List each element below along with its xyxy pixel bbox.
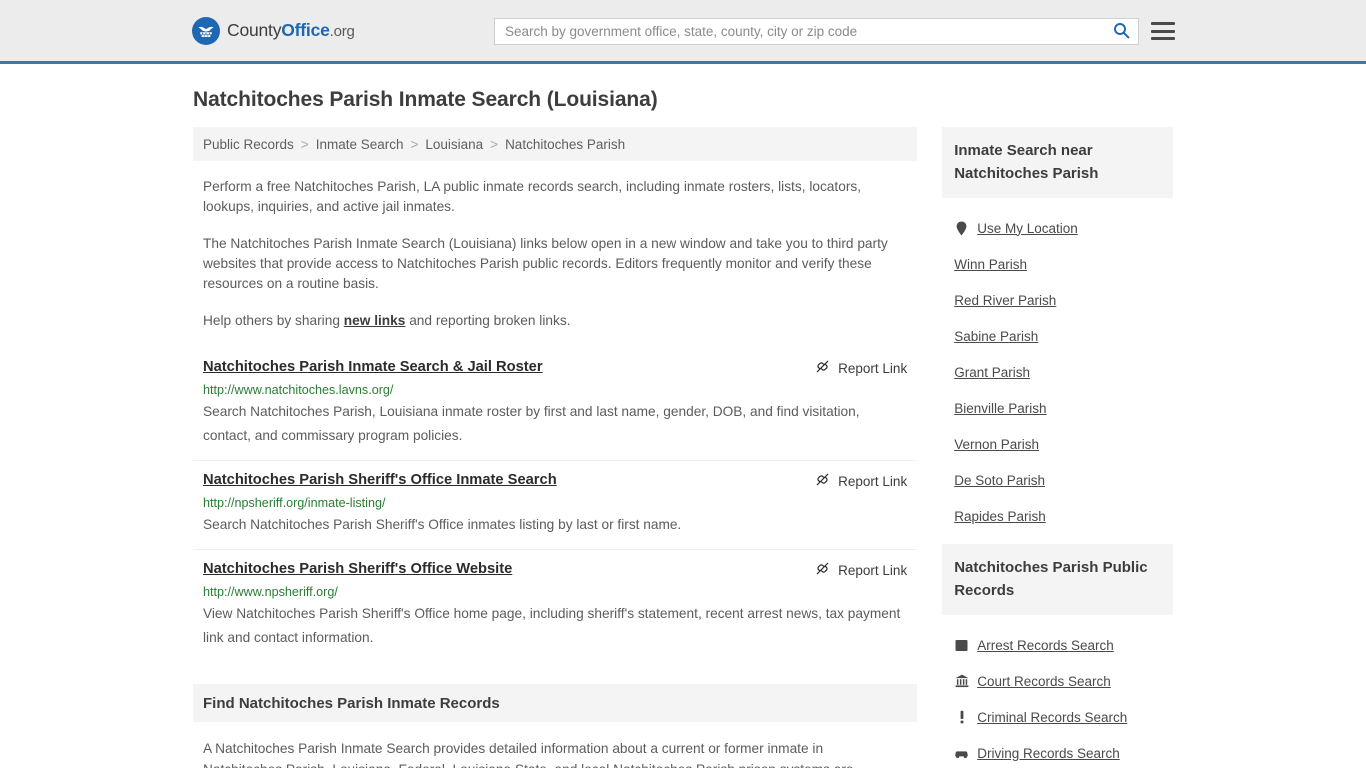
sidebar-link[interactable]: Court Records Search [977, 674, 1111, 689]
exclamation-icon [954, 710, 969, 725]
breadcrumb-item-public-records[interactable]: Public Records [203, 137, 294, 152]
sidebar-item-driving-records[interactable]: Driving Records Search [942, 735, 1173, 768]
sidebar-link[interactable]: Sabine Parish [954, 329, 1038, 344]
site-header: CountyOffice.org [0, 0, 1366, 64]
intro-paragraph-3: Help others by sharing new links and rep… [193, 311, 893, 331]
result-url[interactable]: http://npsheriff.org/inmate-listing/ [203, 495, 907, 511]
result-header: Natchitoches Parish Inmate Search & Jail… [203, 358, 907, 377]
broken-link-icon [815, 472, 830, 490]
eagle-seal-icon [192, 16, 220, 45]
sidebar-link[interactable]: Grant Parish [954, 365, 1030, 380]
result-header: Natchitoches Parish Sheriff's Office Web… [203, 560, 907, 579]
main-column: Public Records > Inmate Search > Louisia… [193, 127, 918, 768]
sidebar-item-red-river-parish[interactable]: Red River Parish [942, 282, 1173, 318]
breadcrumb-item-louisiana[interactable]: Louisiana [425, 137, 483, 152]
square-badge-icon [954, 638, 969, 653]
search-button[interactable] [1104, 19, 1138, 44]
logo-office: Office [281, 20, 330, 40]
sidebar-item-rapides-parish[interactable]: Rapides Parish [942, 498, 1173, 534]
hamburger-menu-icon[interactable] [1151, 20, 1175, 42]
search-bar[interactable] [494, 18, 1139, 45]
sidebar: Inmate Search near Natchitoches Parish U… [942, 127, 1173, 768]
search-icon [1113, 22, 1130, 42]
sidebar-link[interactable]: Rapides Parish [954, 509, 1046, 524]
sidebar-link[interactable]: Red River Parish [954, 293, 1056, 308]
content-container: Public Records > Inmate Search > Louisia… [193, 127, 1173, 768]
sidebar-link[interactable]: Vernon Parish [954, 437, 1039, 452]
breadcrumb-separator: > [300, 136, 309, 152]
sidebar-link[interactable]: Criminal Records Search [977, 710, 1127, 725]
report-link-label: Report Link [838, 473, 908, 489]
sidebar-item-arrest-records[interactable]: Arrest Records Search [942, 627, 1173, 663]
new-links-link[interactable]: new links [344, 313, 406, 328]
breadcrumb-item-current: Natchitoches Parish [505, 136, 626, 152]
sidebar-item-vernon-parish[interactable]: Vernon Parish [942, 426, 1173, 462]
intro-text: Perform a free Natchitoches Parish, LA p… [193, 177, 917, 331]
result-description: Search Natchitoches Parish Sheriff's Off… [203, 517, 682, 532]
sidebar-link[interactable]: Driving Records Search [977, 746, 1120, 761]
public-records-heading: Natchitoches Parish Public Records [942, 544, 1173, 615]
result-url[interactable]: http://www.natchitoches.lavns.org/ [203, 382, 907, 398]
public-records-box: Natchitoches Parish Public Records Arres… [942, 544, 1173, 768]
broken-link-icon [815, 561, 830, 579]
find-records-paragraph: A Natchitoches Parish Inmate Search prov… [203, 741, 854, 768]
share-text-before: Help others by sharing [203, 313, 344, 328]
sidebar-link[interactable]: De Soto Parish [954, 473, 1045, 488]
breadcrumb-separator: > [410, 136, 419, 152]
result-description: View Natchitoches Parish Sheriff's Offic… [203, 606, 901, 645]
breadcrumb: Public Records > Inmate Search > Louisia… [193, 127, 918, 161]
sidebar-item-use-my-location[interactable]: Use My Location [942, 210, 1173, 246]
find-records-heading: Find Natchitoches Parish Inmate Records [193, 684, 918, 722]
nearby-inmate-search-box: Inmate Search near Natchitoches Parish U… [942, 127, 1173, 534]
sidebar-link[interactable]: Bienville Parish [954, 401, 1046, 416]
nearby-list: Use My Location Winn Parish Red River Pa… [942, 210, 1173, 534]
intro-paragraph-1: Perform a free Natchitoches Parish, LA p… [203, 179, 862, 214]
result-title-link[interactable]: Natchitoches Parish Sheriff's Office Web… [203, 560, 512, 579]
sidebar-item-de-soto-parish[interactable]: De Soto Parish [942, 462, 1173, 498]
broken-link-icon [815, 359, 830, 377]
site-logo[interactable]: CountyOffice.org [192, 16, 355, 45]
share-text-after: and reporting broken links. [405, 313, 571, 328]
report-link-label: Report Link [838, 360, 908, 376]
result-item: Natchitoches Parish Sheriff's Office Inm… [193, 461, 918, 550]
result-url[interactable]: http://www.npsheriff.org/ [203, 584, 907, 600]
logo-org: .org [329, 23, 355, 40]
sidebar-item-court-records[interactable]: Court Records Search [942, 663, 1173, 699]
result-item: Natchitoches Parish Sheriff's Office Web… [193, 550, 917, 662]
sidebar-item-criminal-records[interactable]: Criminal Records Search [942, 699, 1173, 735]
result-item: Natchitoches Parish Inmate Search & Jail… [193, 348, 918, 461]
result-list: Natchitoches Parish Inmate Search & Jail… [193, 348, 918, 662]
courthouse-icon [954, 674, 969, 689]
report-link-button[interactable]: Report Link [815, 471, 907, 490]
sidebar-link[interactable]: Winn Parish [954, 257, 1027, 272]
public-records-list: Arrest Records Search Court Records Sear… [942, 627, 1173, 768]
sidebar-link[interactable]: Arrest Records Search [977, 638, 1114, 653]
result-title-link[interactable]: Natchitoches Parish Inmate Search & Jail… [203, 358, 543, 377]
sidebar-item-grant-parish[interactable]: Grant Parish [942, 354, 1173, 390]
intro-paragraph-2: The Natchitoches Parish Inmate Search (L… [203, 236, 888, 291]
nearby-heading: Inmate Search near Natchitoches Parish [942, 127, 1173, 198]
sidebar-item-sabine-parish[interactable]: Sabine Parish [942, 318, 1173, 354]
sidebar-item-bienville-parish[interactable]: Bienville Parish [942, 390, 1173, 426]
page-title: Natchitoches Parish Inmate Search (Louis… [193, 88, 658, 111]
breadcrumb-item-inmate-search[interactable]: Inmate Search [316, 137, 404, 152]
find-records-body: A Natchitoches Parish Inmate Search prov… [193, 738, 917, 768]
logo-county: County [227, 20, 282, 40]
car-icon [954, 746, 969, 761]
sidebar-item-winn-parish[interactable]: Winn Parish [942, 246, 1173, 282]
logo-wordmark: CountyOffice.org [227, 20, 355, 41]
breadcrumb-separator: > [490, 136, 499, 152]
result-title-link[interactable]: Natchitoches Parish Sheriff's Office Inm… [203, 471, 557, 490]
result-header: Natchitoches Parish Sheriff's Office Inm… [203, 471, 907, 490]
search-input[interactable] [495, 24, 1104, 39]
report-link-button[interactable]: Report Link [815, 560, 907, 579]
sidebar-link[interactable]: Use My Location [977, 221, 1078, 236]
page-body: Natchitoches Parish Inmate Search (Louis… [0, 88, 1366, 768]
map-pin-icon [954, 221, 969, 236]
result-description: Search Natchitoches Parish, Louisiana in… [203, 404, 860, 443]
report-link-label: Report Link [838, 562, 908, 578]
report-link-button[interactable]: Report Link [815, 358, 907, 377]
